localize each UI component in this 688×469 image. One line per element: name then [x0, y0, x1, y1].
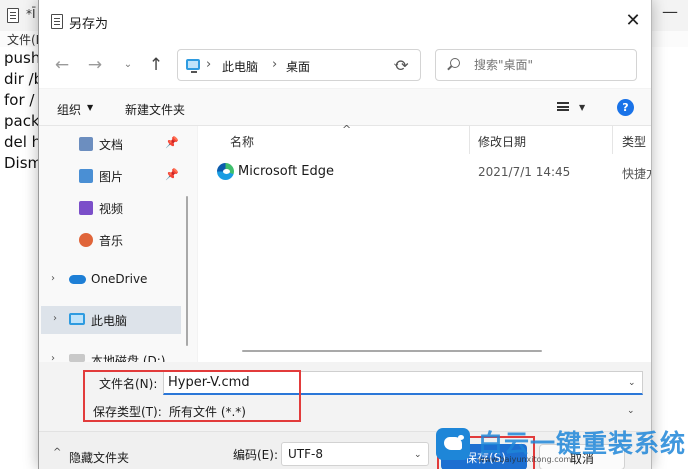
column-header-type[interactable]: 类型	[622, 133, 646, 150]
notepad-document-icon	[7, 8, 19, 23]
music-icon	[79, 233, 93, 247]
file-list: ^ 名称 修改日期 类型 Microsoft Edge 2021/7/1 14:…	[198, 123, 651, 362]
pin-icon[interactable]: 📌	[165, 136, 179, 149]
close-button[interactable]: ✕	[617, 8, 649, 34]
sidebar-item-this-pc[interactable]: › 此电脑	[41, 306, 181, 334]
command-toolbar: 组织 ▼ 新建文件夹 ▼ ?	[39, 89, 651, 126]
videos-icon	[79, 201, 93, 215]
forward-arrow-icon[interactable]: →	[82, 52, 108, 78]
this-pc-icon	[69, 313, 85, 325]
sidebar-item-label: OneDrive	[91, 272, 148, 286]
breadcrumb-desktop[interactable]: 桌面	[286, 58, 310, 75]
sidebar-item-label: 此电脑	[91, 314, 128, 328]
refresh-icon[interactable]: ⟳	[391, 55, 413, 77]
caret-down-icon[interactable]: ▼	[579, 103, 585, 112]
bird-logo-icon	[436, 428, 470, 460]
sidebar-item-label: 本地磁盘 (D:)	[91, 354, 166, 362]
new-folder-button[interactable]: 新建文件夹	[125, 101, 185, 118]
help-icon[interactable]: ?	[617, 99, 634, 116]
sidebar-scrollbar[interactable]	[186, 196, 188, 346]
sidebar-item-pictures[interactable]: 图片 📌	[39, 162, 197, 190]
view-options-icon[interactable]	[557, 102, 569, 111]
file-row[interactable]: Microsoft Edge 2021/7/1 14:45 快捷方	[198, 158, 651, 186]
search-input[interactable]	[474, 57, 624, 73]
save-as-dialog: 另存为 ✕ ← → ⌄ ↑ › 此电脑 › 桌面 ⌄ ⟳ 组织 ▼ 新建文件夹 …	[38, 0, 652, 469]
highlight-box	[83, 370, 301, 422]
sidebar-item-local-disk[interactable]: › 本地磁盘 (D:)	[39, 346, 197, 362]
hide-folders-button[interactable]: 隐藏文件夹	[69, 449, 129, 466]
documents-icon	[79, 137, 93, 151]
organize-button[interactable]: 组织	[57, 101, 81, 118]
chevron-down-icon[interactable]: ⌄	[628, 378, 636, 388]
chevron-down-icon[interactable]: ⌄	[414, 450, 422, 460]
scrollbar-thumb[interactable]	[242, 350, 542, 352]
expand-chevron-icon[interactable]: ›	[51, 273, 55, 284]
minimize-button[interactable]: —	[660, 4, 680, 22]
dialog-titlebar: 另存为 ✕	[39, 0, 651, 42]
watermark-logo: 白云一键重装系统 www.baiyunxitong.com	[430, 424, 688, 469]
column-header-date[interactable]: 修改日期	[478, 133, 526, 150]
notepad-title: *Ī	[26, 7, 36, 21]
this-pc-icon	[186, 59, 200, 73]
expand-chevron-icon[interactable]: ›	[51, 353, 55, 362]
encoding-select[interactable]: UTF-8 ⌄	[281, 442, 429, 466]
notepad-document-icon	[51, 14, 63, 29]
caret-down-icon[interactable]: ▼	[87, 103, 93, 112]
sidebar-item-music[interactable]: 音乐	[39, 226, 197, 254]
sidebar-item-label: 音乐	[99, 234, 124, 248]
sidebar-item-label: 图片	[99, 170, 124, 184]
search-box[interactable]	[435, 49, 637, 81]
column-divider[interactable]	[612, 126, 613, 154]
column-header-name[interactable]: 名称	[230, 133, 254, 150]
collapse-chevron-icon[interactable]: ^	[53, 447, 61, 458]
drive-icon	[69, 354, 85, 362]
horizontal-scrollbar[interactable]	[198, 348, 651, 354]
navigation-bar: ← → ⌄ ↑ › 此电脑 › 桌面 ⌄ ⟳	[39, 42, 651, 88]
sidebar-item-onedrive[interactable]: › OneDrive	[39, 266, 197, 294]
sidebar-item-label: 文档	[99, 138, 124, 152]
onedrive-icon	[69, 275, 86, 284]
chevron-down-icon[interactable]: ⌄	[627, 406, 635, 416]
sidebar-item-label: 视频	[99, 202, 124, 216]
navigation-pane: 文档 📌 图片 📌 视频 音乐 › OneDrive › 此电脑 › 本地磁盘 …	[39, 126, 197, 362]
column-divider[interactable]	[469, 126, 470, 154]
expand-chevron-icon[interactable]: ›	[53, 313, 57, 324]
breadcrumb-separator: ›	[272, 57, 278, 72]
breadcrumb-separator: ›	[206, 57, 212, 72]
pictures-icon	[79, 169, 93, 183]
back-arrow-icon[interactable]: ←	[49, 52, 75, 78]
address-bar[interactable]: › 此电脑 › 桌面 ⌄	[177, 49, 421, 81]
recent-locations-chevron-icon[interactable]: ⌄	[115, 52, 141, 78]
file-name: Microsoft Edge	[238, 164, 335, 179]
file-date: 2021/7/1 14:45	[478, 165, 571, 179]
sidebar-item-documents[interactable]: 文档 📌	[39, 130, 197, 158]
column-header-row: ^ 名称 修改日期 类型	[198, 123, 651, 154]
file-type: 快捷方	[622, 167, 651, 181]
edge-browser-icon	[217, 163, 234, 180]
encoding-value: UTF-8	[288, 447, 323, 461]
search-icon	[450, 58, 460, 68]
sidebar-item-videos[interactable]: 视频	[39, 194, 197, 222]
sort-ascending-icon: ^	[342, 123, 352, 136]
pin-icon[interactable]: 📌	[165, 168, 179, 181]
breadcrumb-this-pc[interactable]: 此电脑	[222, 58, 258, 75]
up-arrow-icon[interactable]: ↑	[143, 52, 169, 78]
dialog-title: 另存为	[69, 17, 109, 32]
encoding-label: 编码(E):	[233, 448, 278, 462]
watermark-url: www.baiyunxitong.com	[478, 455, 572, 464]
